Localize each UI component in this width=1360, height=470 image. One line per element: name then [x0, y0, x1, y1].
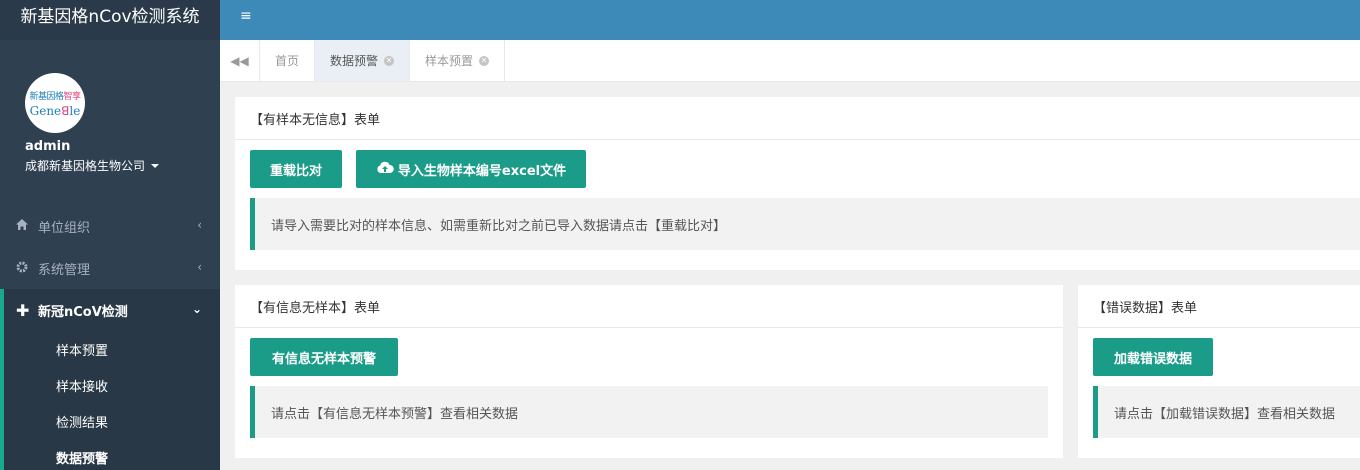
username: admin [25, 139, 71, 154]
sidebar-subitem-warning[interactable]: 数据预警 [4, 439, 220, 470]
reload-compare-button[interactable]: 重载比对 [250, 150, 342, 188]
sidebar-menu: 单位组织 ‹ 系统管理 ‹ ✚ 新冠nCoV检测 ⌄ 样本预置 样本接收 检测结… [0, 205, 220, 470]
panel-sample-no-info: 【有样本无信息】表单 重载比对 导入生物样本编号excel文件 请导入需要比对的… [235, 97, 1360, 270]
tab-bar: ◀◀ 首页 数据预警 ✕ 样本预置 ✕ [220, 40, 1360, 82]
import-excel-button[interactable]: 导入生物样本编号excel文件 [356, 150, 586, 188]
panel-error-data: 【错误数据】表单 加载错误数据 请点击【加载错误数据】查看相关数据 [1078, 285, 1360, 458]
app-title: 新基因格nCov检测系统 [0, 0, 220, 40]
panel-title: 【有信息无样本】表单 [235, 285, 1063, 328]
panel-title: 【错误数据】表单 [1078, 285, 1360, 328]
tabs-scroll-left-icon[interactable]: ◀◀ [220, 40, 260, 81]
tab-data-warning[interactable]: 数据预警 ✕ [315, 40, 411, 81]
info-no-sample-warning-button[interactable]: 有信息无样本预警 [250, 338, 398, 376]
ncov-submenu: 样本预置 样本接收 检测结果 数据预警 [0, 331, 220, 470]
caret-down-icon [151, 163, 160, 168]
chevron-left-icon: ‹ [197, 260, 202, 274]
chevron-down-icon: ⌄ [191, 302, 202, 316]
error-data-hint: 请点击【加载错误数据】查看相关数据 [1093, 386, 1360, 438]
sidebar-item-label: 单位组织 [38, 220, 91, 236]
menu-toggle-icon[interactable]: ≡ [240, 8, 252, 24]
tab-sample-preset[interactable]: 样本预置 ✕ [410, 40, 506, 81]
info-no-sample-hint: 请点击【有信息无样本预警】查看相关数据 [250, 386, 1048, 438]
sidebar-item-system[interactable]: 系统管理 ‹ [0, 247, 220, 289]
sidebar-item-ncov[interactable]: ✚ 新冠nCoV检测 ⌄ [0, 289, 220, 331]
panel-title: 【有样本无信息】表单 [235, 97, 1360, 140]
sidebar-item-org[interactable]: 单位组织 ‹ [0, 205, 220, 247]
panel-info-no-sample: 【有信息无样本】表单 有信息无样本预警 请点击【有信息无样本预警】查看相关数据 [235, 285, 1063, 458]
chevron-left-icon: ‹ [197, 218, 202, 232]
tab-home[interactable]: 首页 [260, 40, 316, 81]
import-hint: 请导入需要比对的样本信息、如需重新比对之前已导入数据请点击【重载比对】 [250, 198, 1360, 250]
cloud-upload-icon [376, 161, 394, 178]
sidebar-subitem-results[interactable]: 检测结果 [4, 403, 220, 439]
load-error-data-button[interactable]: 加载错误数据 [1093, 338, 1213, 376]
home-icon [16, 219, 28, 233]
top-bar: ≡ [220, 0, 1360, 40]
sidebar-subitem-preset[interactable]: 样本预置 [4, 331, 220, 367]
company-name: 成都新基因格生物公司 [25, 159, 146, 173]
plus-icon: ✚ [16, 300, 30, 320]
sidebar-subitem-receive[interactable]: 样本接收 [4, 367, 220, 403]
company-dropdown[interactable]: 成都新基因格生物公司 [25, 157, 220, 174]
sidebar: 新基因格nCov检测系统 新基因格智享 Geneꓭle admin 成都新基因格… [0, 0, 220, 470]
close-tab-icon[interactable]: ✕ [479, 55, 490, 66]
gear-icon [16, 261, 28, 276]
sidebar-item-label: 系统管理 [38, 262, 91, 278]
sidebar-item-label: 新冠nCoV检测 [38, 304, 128, 320]
company-logo: 新基因格智享 Geneꓭle [25, 73, 85, 133]
close-tab-icon[interactable]: ✕ [384, 55, 395, 66]
logo-mark: Geneꓭle [29, 103, 81, 118]
